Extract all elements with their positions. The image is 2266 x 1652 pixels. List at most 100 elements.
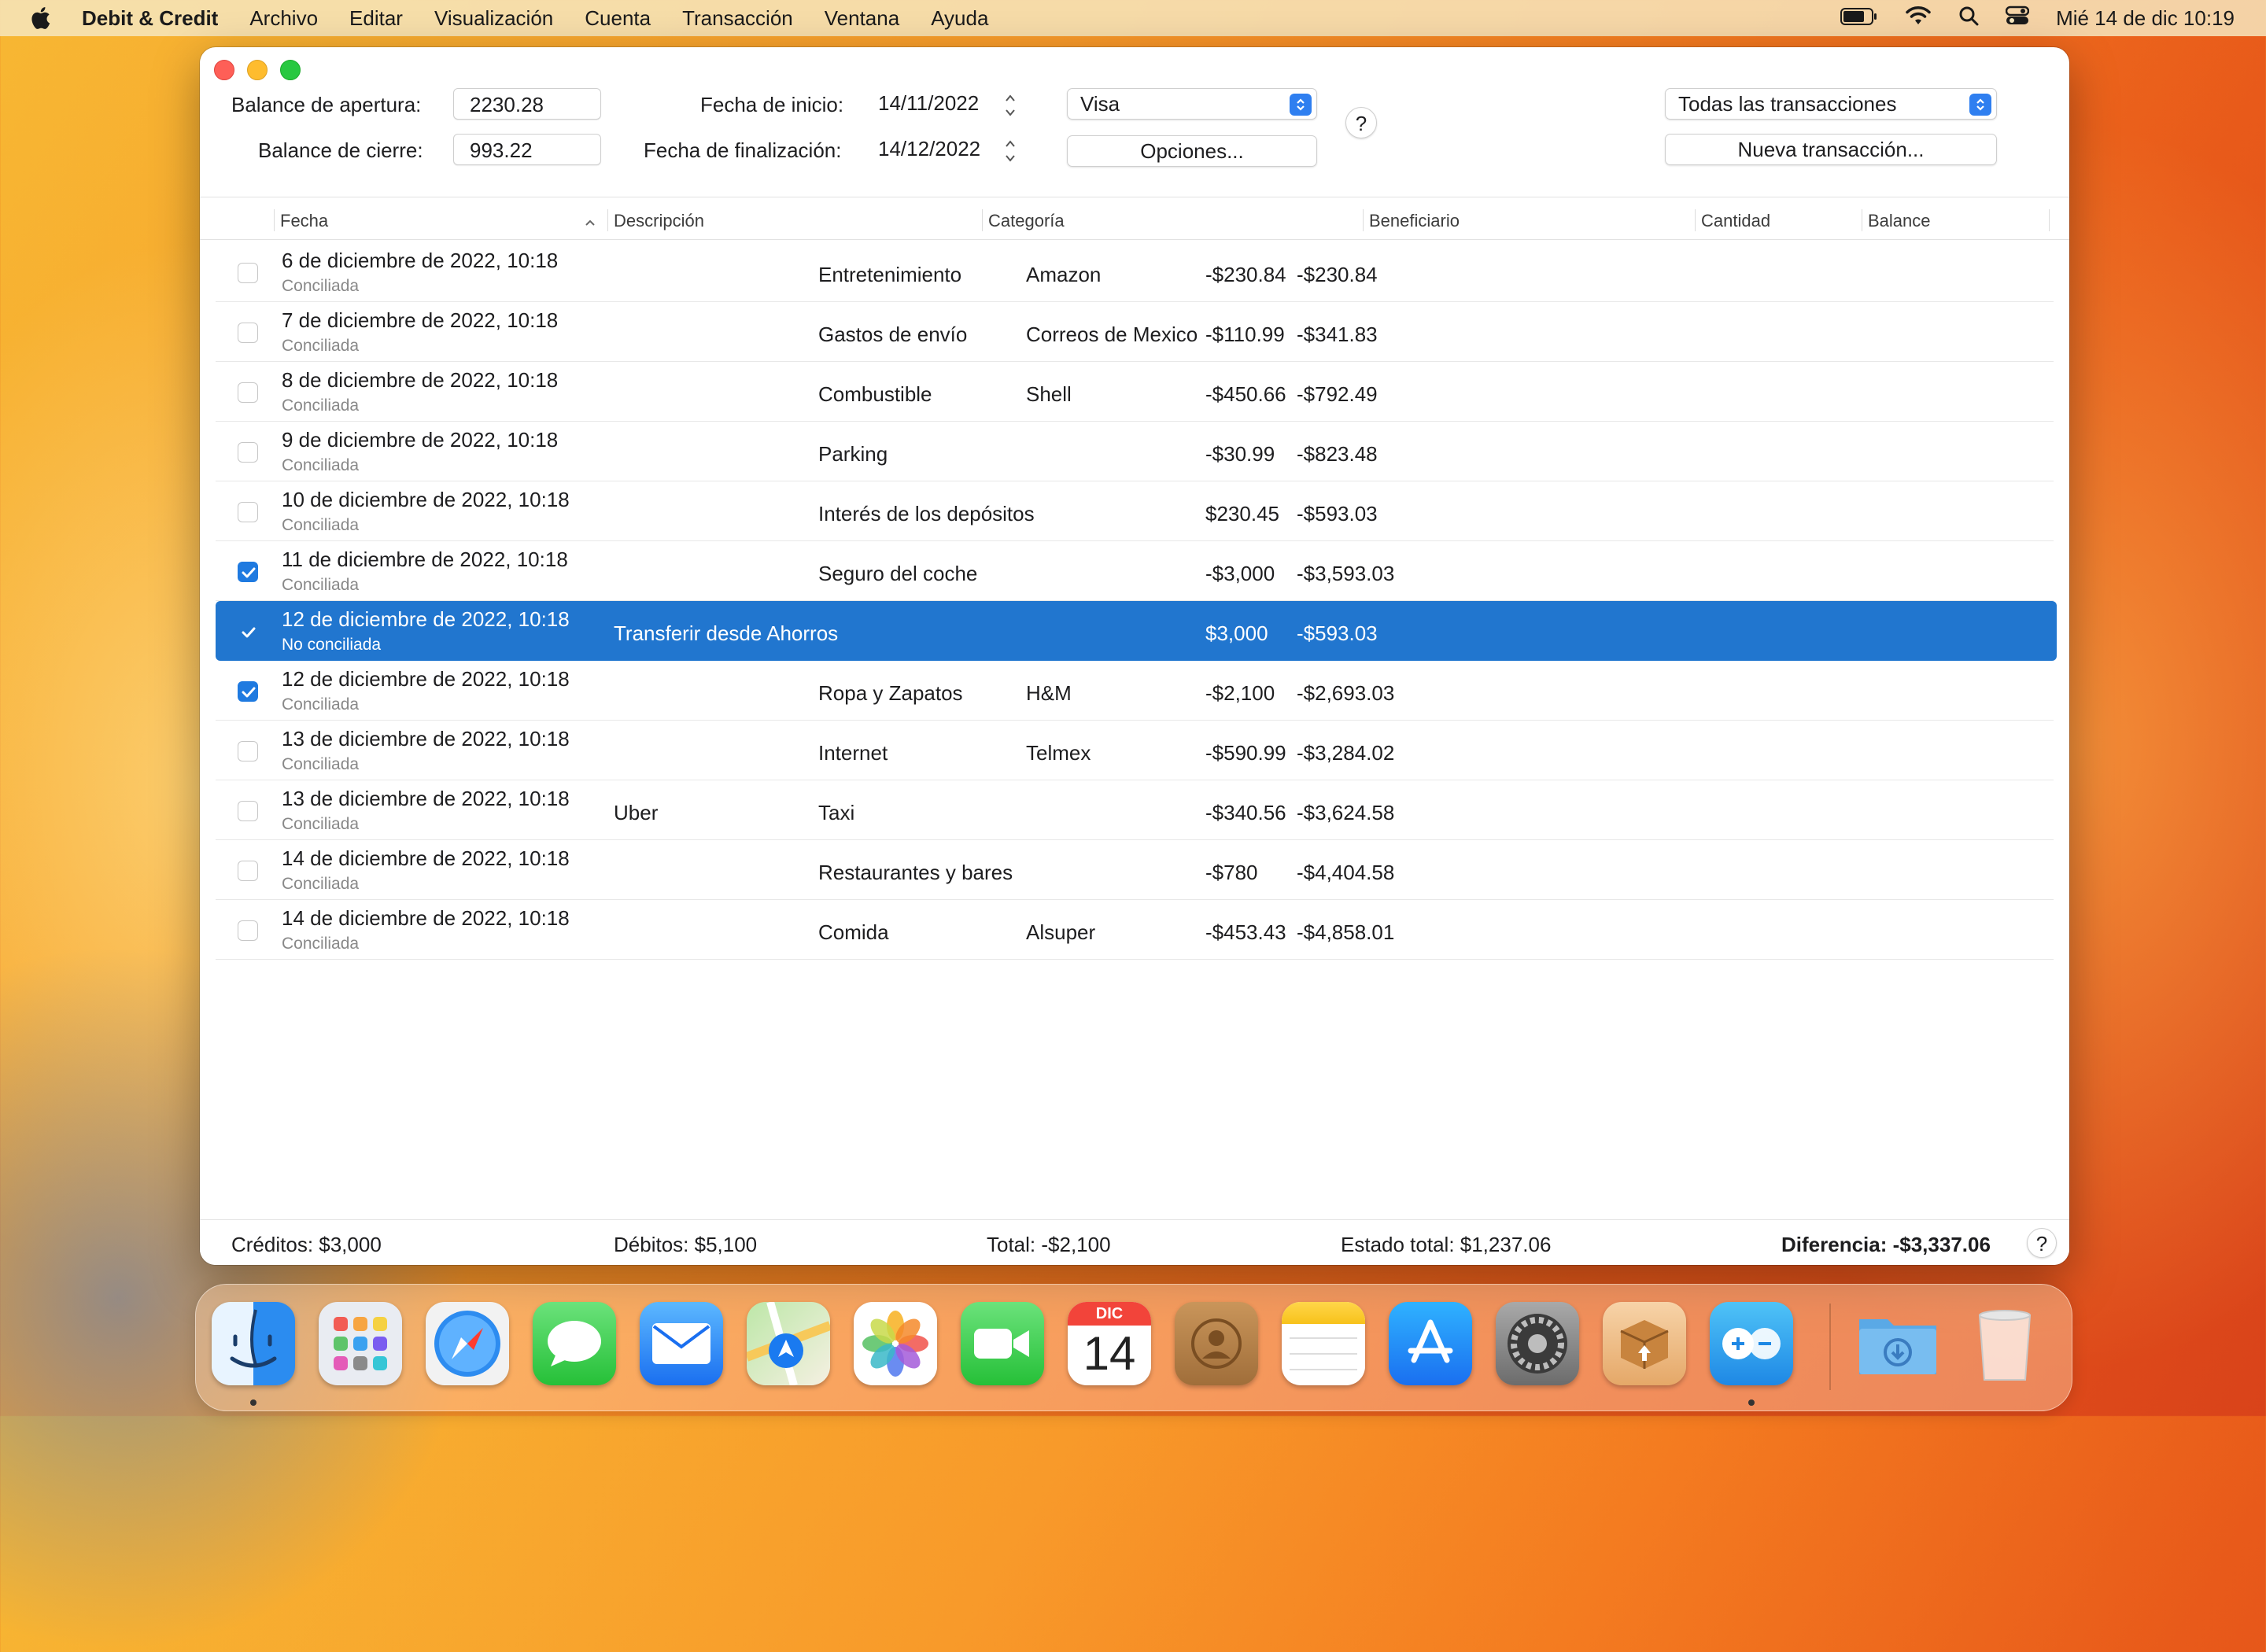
- row-amount: -$3,000: [1205, 562, 1275, 585]
- end-date-stepper[interactable]: [1002, 135, 1018, 167]
- column-descripcion[interactable]: Descripción: [614, 211, 704, 231]
- reconciled-checkbox[interactable]: [238, 263, 258, 283]
- menu-ayuda[interactable]: Ayuda: [931, 6, 988, 31]
- close-window-button[interactable]: [214, 60, 234, 80]
- reconciled-checkbox[interactable]: [238, 801, 258, 821]
- new-transaction-button[interactable]: Nueva transacción...: [1665, 134, 1997, 165]
- menu-app-name[interactable]: Debit & Credit: [82, 6, 218, 31]
- debit-credit-icon[interactable]: [1710, 1302, 1793, 1385]
- reconciled-checkbox[interactable]: [238, 442, 258, 463]
- table-row[interactable]: 14 de diciembre de 2022, 10:18 Conciliada…: [216, 900, 2054, 960]
- table-row[interactable]: 8 de diciembre de 2022, 10:18 Conciliada C…: [216, 362, 2054, 422]
- column-fecha[interactable]: Fecha: [280, 211, 328, 231]
- closing-balance-label: Balance de cierre:: [258, 138, 423, 162]
- account-select-value: Visa: [1080, 92, 1120, 116]
- row-category: Entretenimiento: [818, 263, 962, 286]
- contacts-icon[interactable]: [1175, 1302, 1258, 1385]
- row-amount: -$780: [1205, 861, 1258, 884]
- menu-archivo[interactable]: Archivo: [249, 6, 318, 31]
- table-row-selected[interactable]: 12 de diciembre de 2022, 10:18 No concili…: [216, 601, 2057, 661]
- checkmark-icon: [242, 567, 256, 578]
- start-date-label: Fecha de inicio:: [700, 93, 844, 116]
- row-balance: -$3,284.02: [1297, 741, 1395, 765]
- table-row[interactable]: 13 de diciembre de 2022, 10:18 Conciliada…: [216, 780, 2054, 840]
- row-status: Conciliada: [282, 576, 360, 594]
- launchpad-icon[interactable]: [319, 1302, 402, 1385]
- minimize-window-button[interactable]: [247, 60, 268, 80]
- chevron-updown-icon: [1969, 94, 1991, 116]
- reconciled-checkbox[interactable]: [238, 920, 258, 941]
- row-amount: -$2,100: [1205, 681, 1275, 705]
- help-button[interactable]: ?: [1345, 107, 1377, 138]
- finder-icon[interactable]: [212, 1302, 295, 1385]
- transaction-filter-select[interactable]: Todas las transacciones: [1665, 88, 1997, 120]
- row-payee: Correos de Mexico: [1026, 323, 1198, 346]
- facetime-icon[interactable]: [961, 1302, 1044, 1385]
- column-categoria[interactable]: Categoría: [988, 211, 1065, 231]
- dock: DIC 14: [195, 1284, 2072, 1411]
- end-date-label: Fecha de finalización:: [644, 138, 842, 162]
- account-select[interactable]: Visa: [1067, 88, 1317, 120]
- row-date: 7 de diciembre de 2022, 10:18: [282, 308, 559, 332]
- table-row[interactable]: 11 de diciembre de 2022, 10:18 Conciliada…: [216, 541, 2054, 601]
- system-settings-icon[interactable]: [1496, 1302, 1579, 1385]
- reconciled-checkbox[interactable]: [238, 382, 258, 403]
- photos-icon[interactable]: [854, 1302, 937, 1385]
- package-icon[interactable]: [1603, 1302, 1686, 1385]
- maps-icon[interactable]: [747, 1302, 830, 1385]
- mail-icon[interactable]: [640, 1302, 723, 1385]
- row-status: Conciliada: [282, 695, 360, 714]
- menu-cuenta[interactable]: Cuenta: [585, 6, 651, 31]
- start-date-field[interactable]: 14/11/2022: [878, 91, 979, 116]
- reconciled-checkbox[interactable]: [238, 681, 258, 702]
- menu-clock[interactable]: Mié 14 de dic 10:19: [2056, 6, 2235, 31]
- row-amount: -$30.99: [1205, 442, 1275, 466]
- battery-icon[interactable]: [1840, 6, 1878, 31]
- trash-icon[interactable]: [1963, 1302, 2046, 1385]
- calendar-icon[interactable]: DIC 14: [1068, 1302, 1151, 1385]
- messages-icon[interactable]: [533, 1302, 616, 1385]
- row-balance: -$341.83: [1297, 323, 1378, 346]
- calendar-month: DIC: [1068, 1302, 1151, 1326]
- zoom-window-button[interactable]: [280, 60, 301, 80]
- end-date-field[interactable]: 14/12/2022: [878, 137, 980, 161]
- control-center-icon[interactable]: [2005, 6, 2030, 31]
- table-row[interactable]: 14 de diciembre de 2022, 10:18 Conciliada…: [216, 840, 2054, 900]
- start-date-stepper[interactable]: [1002, 90, 1018, 121]
- row-description: Uber: [614, 801, 659, 824]
- column-balance[interactable]: Balance: [1868, 211, 1931, 231]
- table-row[interactable]: 12 de diciembre de 2022, 10:18 Conciliada…: [216, 661, 2054, 721]
- table-row[interactable]: 13 de diciembre de 2022, 10:18 Conciliada…: [216, 721, 2054, 780]
- menu-editar[interactable]: Editar: [349, 6, 403, 31]
- menu-transaccion[interactable]: Transacción: [682, 6, 793, 31]
- debits-total: Débitos: $5,100: [614, 1233, 758, 1256]
- table-row[interactable]: 6 de diciembre de 2022, 10:18 Conciliada E…: [216, 242, 2054, 302]
- reconciled-checkbox[interactable]: [238, 621, 258, 642]
- downloads-folder-icon[interactable]: [1856, 1302, 1939, 1385]
- closing-balance-field[interactable]: 993.22: [453, 134, 601, 165]
- app-store-icon[interactable]: [1389, 1302, 1472, 1385]
- menu-ventana[interactable]: Ventana: [825, 6, 899, 31]
- wifi-icon[interactable]: [1905, 6, 1932, 31]
- reconciled-checkbox[interactable]: [238, 741, 258, 761]
- row-amount: -$230.84: [1205, 263, 1286, 286]
- reconciled-checkbox[interactable]: [238, 861, 258, 881]
- spotlight-search-icon[interactable]: [1958, 6, 1979, 31]
- reconciled-checkbox[interactable]: [238, 562, 258, 582]
- column-cantidad[interactable]: Cantidad: [1701, 211, 1770, 231]
- menu-visualizacion[interactable]: Visualización: [434, 6, 553, 31]
- options-button[interactable]: Opciones...: [1067, 135, 1317, 167]
- table-row[interactable]: 7 de diciembre de 2022, 10:18 Conciliada G…: [216, 302, 2054, 362]
- column-beneficiario[interactable]: Beneficiario: [1369, 211, 1460, 231]
- table-row[interactable]: 10 de diciembre de 2022, 10:18 Conciliada…: [216, 481, 2054, 541]
- row-category: Comida: [818, 920, 889, 944]
- footer-help-button[interactable]: ?: [2027, 1228, 2057, 1258]
- table-row[interactable]: 9 de diciembre de 2022, 10:18 Conciliada P…: [216, 422, 2054, 481]
- safari-icon[interactable]: [426, 1302, 509, 1385]
- opening-balance-field[interactable]: 2230.28: [453, 88, 601, 120]
- reconciled-checkbox[interactable]: [238, 323, 258, 343]
- row-payee: Amazon: [1026, 263, 1102, 286]
- reconciled-checkbox[interactable]: [238, 502, 258, 522]
- apple-menu-icon[interactable]: [30, 6, 54, 31]
- notes-icon[interactable]: [1282, 1302, 1365, 1385]
